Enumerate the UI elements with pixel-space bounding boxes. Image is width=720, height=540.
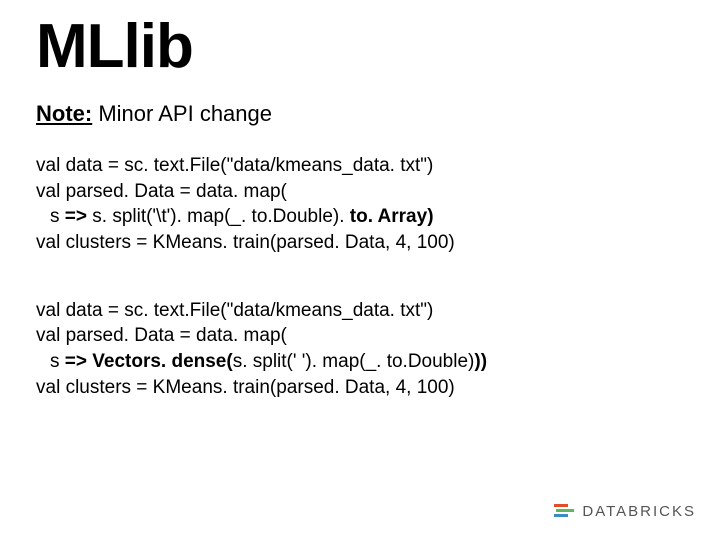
code-line: s => Vectors. dense(s. split(' '). map(_… [36,349,684,375]
page-title: MLlib [36,14,684,79]
code-block-before: val data = sc. text.File("data/kmeans_da… [36,153,684,256]
databricks-logo: DATABRICKS [554,503,696,520]
code-line: s => s. split('\t'). map(_. to.Double). … [36,204,684,230]
code-line: val parsed. Data = data. map( [36,179,684,205]
logo-text: DATABRICKS [582,503,696,520]
code-line: val parsed. Data = data. map( [36,323,684,349]
slide: MLlib Note: Minor API change val data = … [0,0,720,540]
note-label: Note: [36,101,92,126]
databricks-icon [554,504,574,520]
code-line: val clusters = KMeans. train(parsed. Dat… [36,375,684,401]
code-line: val clusters = KMeans. train(parsed. Dat… [36,230,684,256]
code-line: val data = sc. text.File("data/kmeans_da… [36,298,684,324]
note-text: Minor API change [92,101,272,126]
code-block-after: val data = sc. text.File("data/kmeans_da… [36,298,684,401]
code-line: val data = sc. text.File("data/kmeans_da… [36,153,684,179]
note-line: Note: Minor API change [36,101,684,127]
